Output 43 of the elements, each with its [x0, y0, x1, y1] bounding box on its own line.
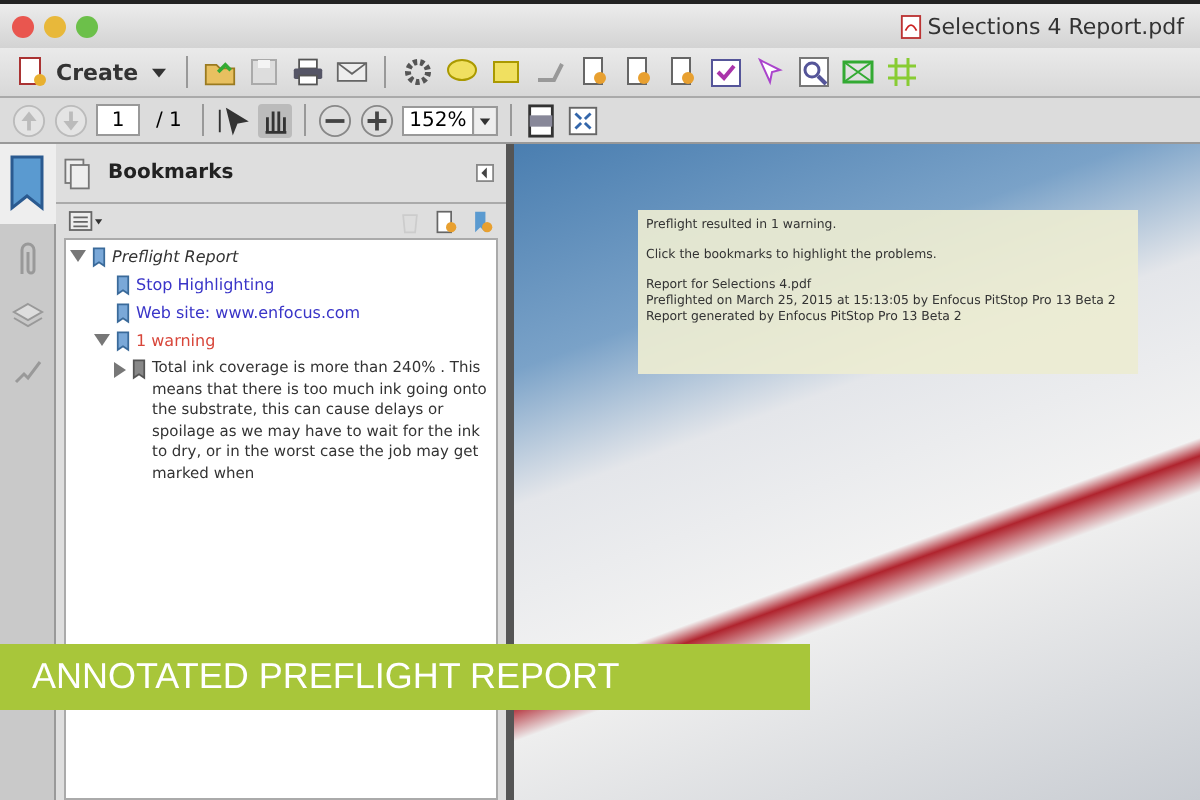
page-number-field[interactable]: 1: [96, 104, 140, 136]
caption-text: ANNOTATED PREFLIGHT REPORT: [32, 656, 620, 698]
gear-icon[interactable]: [402, 56, 435, 88]
bookmark-icon: [116, 302, 130, 324]
page-icon[interactable]: [666, 56, 699, 88]
checkbox-icon[interactable]: [710, 56, 743, 88]
fit-page-icon[interactable]: [523, 103, 558, 137]
caret-icon: [152, 67, 167, 77]
bookmark-icon[interactable]: [0, 144, 62, 224]
bookmark-item[interactable]: Web site: www.enfocus.com: [136, 302, 361, 324]
bookmark-item[interactable]: Stop Highlighting: [136, 274, 275, 296]
zoom-out-icon[interactable]: [317, 103, 352, 137]
envelope-icon[interactable]: [336, 56, 369, 88]
select-cursor-icon[interactable]: [215, 103, 250, 137]
bookmark-icon: [116, 274, 130, 296]
collapse-panel-icon[interactable]: [476, 164, 494, 182]
pages-icon[interactable]: [60, 155, 96, 191]
cursor-icon[interactable]: [754, 56, 787, 88]
bookmark-icon: [92, 246, 106, 268]
close-button[interactable]: [12, 15, 34, 37]
print-icon[interactable]: [292, 56, 325, 88]
new-document-icon: [16, 56, 48, 88]
new-bookmark-icon[interactable]: [434, 209, 458, 233]
full-screen-icon[interactable]: [565, 103, 600, 137]
create-button[interactable]: Create: [12, 52, 171, 92]
pdf-file-icon: [899, 13, 922, 39]
window-title: Selections 4 Report.pdf: [927, 13, 1184, 39]
page-icon[interactable]: [622, 56, 655, 88]
page-total: / 1: [156, 109, 182, 131]
page-icon[interactable]: [578, 56, 611, 88]
envelope-icon[interactable]: [842, 56, 875, 88]
bookmark-item[interactable]: Preflight Report: [112, 246, 239, 268]
expand-bookmark-icon[interactable]: [470, 209, 494, 233]
sticky-note-icon[interactable]: [490, 56, 523, 88]
dropdown-caret-icon[interactable]: [473, 105, 498, 135]
bookmark-item[interactable]: 1 warning: [136, 330, 216, 352]
zoom-field[interactable]: 152%: [401, 105, 474, 135]
magnifier-icon[interactable]: [798, 56, 831, 88]
options-menu-icon[interactable]: [68, 210, 104, 232]
bookmark-icon: [132, 358, 146, 380]
zoom-in-icon[interactable]: [359, 103, 394, 137]
bookmark-icon: [116, 330, 130, 352]
panel-title: Bookmarks: [108, 162, 234, 184]
